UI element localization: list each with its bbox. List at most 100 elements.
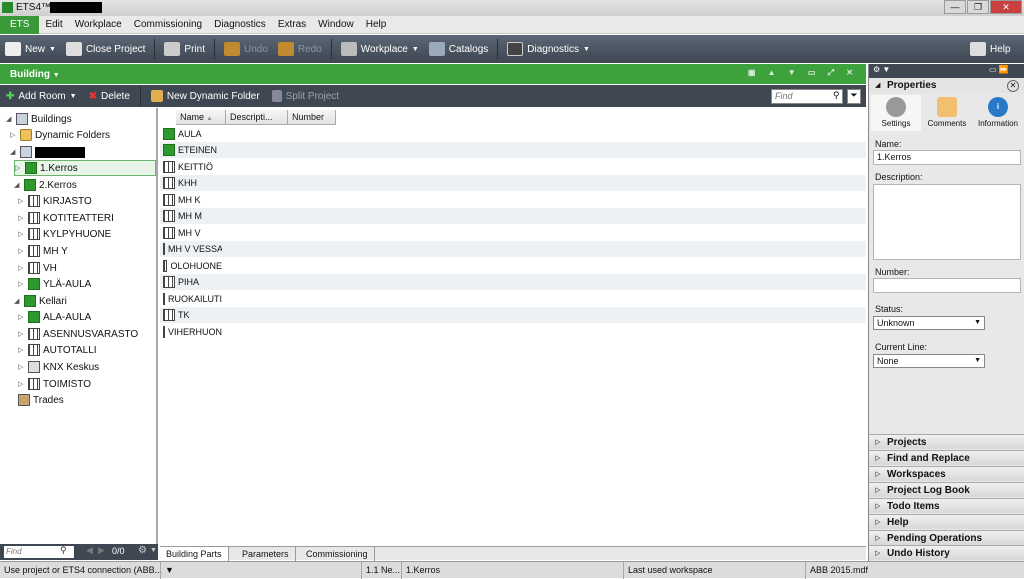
collapse-triangle-icon[interactable]: ◢ (6, 115, 14, 123)
section-project-log-book[interactable]: Project Log Book (869, 482, 1024, 498)
connection-dropdown[interactable]: ▼ (160, 562, 178, 579)
panel-window-controls[interactable]: ▣ ▲ ▼ ▭ ⤢ ✕ (748, 68, 858, 78)
table-row[interactable]: OLOHUONE (160, 258, 866, 274)
tab-comments[interactable]: Comments (922, 95, 972, 131)
number-field[interactable] (873, 278, 1021, 293)
tree-node-room[interactable]: ▷ TOIMISTO (18, 376, 91, 392)
expand-triangle-icon[interactable]: ▷ (18, 264, 26, 272)
column-header-description[interactable]: Descripti... (226, 110, 288, 125)
section-find-and-replace[interactable]: Find and Replace (869, 450, 1024, 466)
tree-node-room[interactable]: ▷ KIRJASTO (18, 193, 92, 209)
expand-triangle-icon[interactable]: ▷ (18, 214, 26, 222)
section-projects[interactable]: Projects (869, 434, 1024, 450)
menu-commissioning[interactable]: Commissioning (128, 16, 208, 34)
section-help[interactable]: Help (869, 514, 1024, 530)
expand-triangle-icon[interactable]: ▷ (18, 363, 26, 371)
gear-icon[interactable]: ⚙ ▼ (873, 65, 890, 74)
table-row[interactable]: KEITTIÖ (160, 159, 866, 175)
expand-triangle-icon[interactable]: ▷ (10, 131, 18, 139)
menu-help[interactable]: Help (360, 16, 393, 34)
table-row[interactable]: MH K (160, 192, 866, 208)
section-pending-operations[interactable]: Pending Operations (869, 530, 1024, 546)
menu-extras[interactable]: Extras (272, 16, 312, 34)
tab-building-parts[interactable]: Building Parts (160, 547, 229, 561)
tree-node-1-kerros[interactable]: ▷ 1.Kerros (14, 160, 156, 176)
redo-button[interactable]: Redo (273, 35, 327, 63)
catalogs-button[interactable]: Catalogs (424, 35, 493, 63)
help-button[interactable]: Help (965, 35, 1016, 63)
building-panel-header[interactable]: Building ▼ ▣ ▲ ▼ ▭ ⤢ ✕ (0, 64, 866, 84)
tree-node-room[interactable]: ▷ VH (18, 260, 57, 276)
section-todo-items[interactable]: Todo Items (869, 498, 1024, 514)
table-row[interactable]: PIHA (160, 274, 866, 290)
tab-settings[interactable]: Settings (871, 95, 921, 131)
menu-ets[interactable]: ETS (0, 15, 40, 34)
table-row[interactable]: RUOKAILUTILA (160, 291, 866, 307)
chevron-down-icon[interactable]: ▼ (150, 547, 157, 554)
diagnostics-button[interactable]: Diagnostics ▼ (502, 35, 595, 63)
new-dynamic-folder-button[interactable]: New Dynamic Folder (145, 85, 266, 107)
restore-button[interactable]: ❐ (967, 0, 989, 14)
close-button[interactable]: ✕ (990, 0, 1022, 14)
tree-node-room[interactable]: ▷ MH Y (18, 243, 68, 259)
expand-triangle-icon[interactable]: ▷ (18, 247, 26, 255)
tree-node-building[interactable]: ◢ (10, 144, 85, 160)
delete-button[interactable]: ✖ Delete (83, 85, 136, 107)
tree-node-trades[interactable]: Trades (8, 392, 64, 408)
collapse-triangle-icon[interactable]: ◢ (14, 297, 22, 305)
tree-node-kellari[interactable]: ◢ Kellari (14, 293, 67, 309)
status-select[interactable]: Unknown ▼ (873, 316, 985, 330)
close-icon[interactable]: ✕ (1007, 80, 1019, 92)
gear-icon[interactable]: ⚙ (138, 545, 147, 556)
menu-edit[interactable]: Edit (39, 16, 68, 34)
new-button[interactable]: New ▼ (0, 35, 61, 63)
table-row[interactable]: KHH (160, 175, 866, 191)
expand-triangle-icon[interactable]: ▷ (15, 164, 23, 172)
tree-node-room[interactable]: ▷ KOTITEATTERI (18, 210, 114, 226)
column-header-number[interactable]: Number (288, 110, 336, 125)
previous-arrow-icon[interactable]: ◀ (86, 545, 93, 556)
print-button[interactable]: Print (159, 35, 210, 63)
tree-node-room[interactable]: ▷ ASENNUSVARASTO (18, 326, 138, 342)
section-undo-history[interactable]: Undo History (869, 545, 1024, 561)
tree-node-2-kerros[interactable]: ◢ 2.Kerros (14, 177, 77, 193)
minimize-button[interactable]: — (944, 0, 966, 14)
tree-node-corridor[interactable]: ▷ YLÄ-AULA (18, 276, 91, 292)
table-row[interactable]: MH V VESSA (160, 241, 866, 257)
tree-node-cabinet[interactable]: ▷ KNX Keskus (18, 359, 99, 375)
tab-commissioning[interactable]: Commissioning (300, 547, 375, 561)
current-line-select[interactable]: None ▼ (873, 354, 985, 368)
table-row[interactable]: MH M (160, 208, 866, 224)
collapse-triangle-icon[interactable]: ◢ (10, 148, 18, 156)
table-row[interactable]: TK (160, 307, 866, 323)
tab-information[interactable]: i Information (973, 95, 1023, 131)
expand-triangle-icon[interactable]: ▷ (18, 380, 26, 388)
split-project-button[interactable]: Split Project (266, 85, 345, 107)
panel-controls[interactable]: ▭ ⏩ (989, 65, 1009, 74)
tab-parameters[interactable]: Parameters (236, 547, 296, 561)
table-row[interactable]: ETEINEN (160, 142, 866, 158)
menu-diagnostics[interactable]: Diagnostics (208, 16, 272, 34)
table-row[interactable]: AULA (160, 126, 866, 142)
tree-node-dynamic-folders[interactable]: ▷ Dynamic Folders (10, 127, 110, 143)
add-room-button[interactable]: ✚ Add Room ▼ (0, 85, 83, 107)
expand-triangle-icon[interactable]: ▷ (18, 197, 26, 205)
tree-node-buildings[interactable]: ◢ Buildings (6, 111, 72, 127)
section-workspaces[interactable]: Workspaces (869, 466, 1024, 482)
table-row[interactable]: MH V (160, 225, 866, 241)
expand-triangle-icon[interactable]: ▷ (18, 230, 26, 238)
expand-triangle-icon[interactable]: ▷ (18, 280, 26, 288)
workplace-button[interactable]: Workplace ▼ (336, 35, 424, 63)
description-field[interactable] (873, 184, 1021, 260)
table-row[interactable]: VIHERHUONE (160, 324, 866, 340)
menu-workplace[interactable]: Workplace (69, 16, 128, 34)
collapse-triangle-icon[interactable]: ◢ (14, 181, 22, 189)
menu-window[interactable]: Window (312, 16, 360, 34)
tree-node-room[interactable]: ▷ AUTOTALLI (18, 342, 97, 358)
undo-button[interactable]: Undo (219, 35, 273, 63)
next-arrow-icon[interactable]: ▶ (98, 545, 105, 556)
close-project-button[interactable]: Close Project (61, 35, 150, 63)
filter-button[interactable]: ⏷ (847, 89, 861, 104)
expand-triangle-icon[interactable]: ▷ (18, 313, 26, 321)
column-header-name[interactable]: Name ▲ (176, 110, 226, 125)
